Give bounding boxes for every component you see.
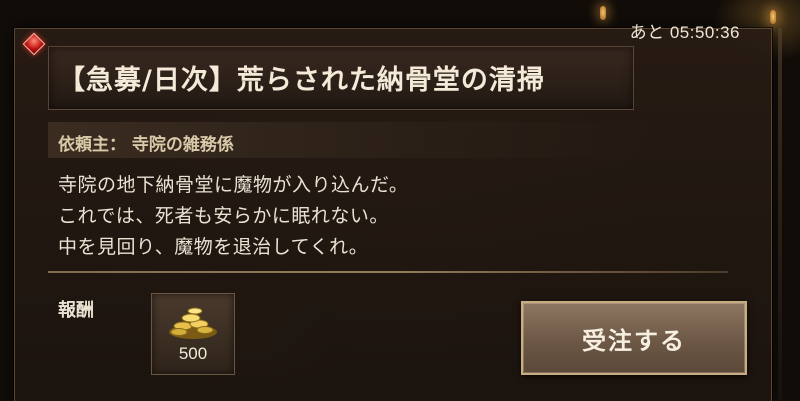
divider	[48, 271, 728, 273]
reward-item[interactable]: 500	[151, 293, 235, 375]
description-line: 中を見回り、魔物を退治してくれ。	[58, 236, 369, 258]
quest-client: 依頼主： 寺院の雑務係	[58, 135, 234, 155]
candle-light	[770, 10, 776, 24]
description-line: 寺院の地下納骨堂に魔物が入り込んだ。	[58, 174, 409, 196]
description-line: これでは、死者も安らかに眠れない。	[58, 205, 389, 227]
reward-count: 500	[178, 344, 208, 363]
reward-label: 報酬	[58, 300, 94, 321]
candle-light	[600, 6, 606, 20]
accept-button[interactable]: 受注する	[521, 301, 747, 375]
panel-edge	[778, 28, 782, 400]
quest-description: 寺院の地下納骨堂に魔物が入り込んだ。 これでは、死者も安らかに眠れない。 中を見…	[58, 170, 408, 263]
gold-coins-icon	[169, 307, 217, 339]
time-remaining: あと 05:50:36	[629, 23, 740, 42]
quest-title: 【急募/日次】荒らされた納骨堂の清掃	[58, 65, 545, 96]
